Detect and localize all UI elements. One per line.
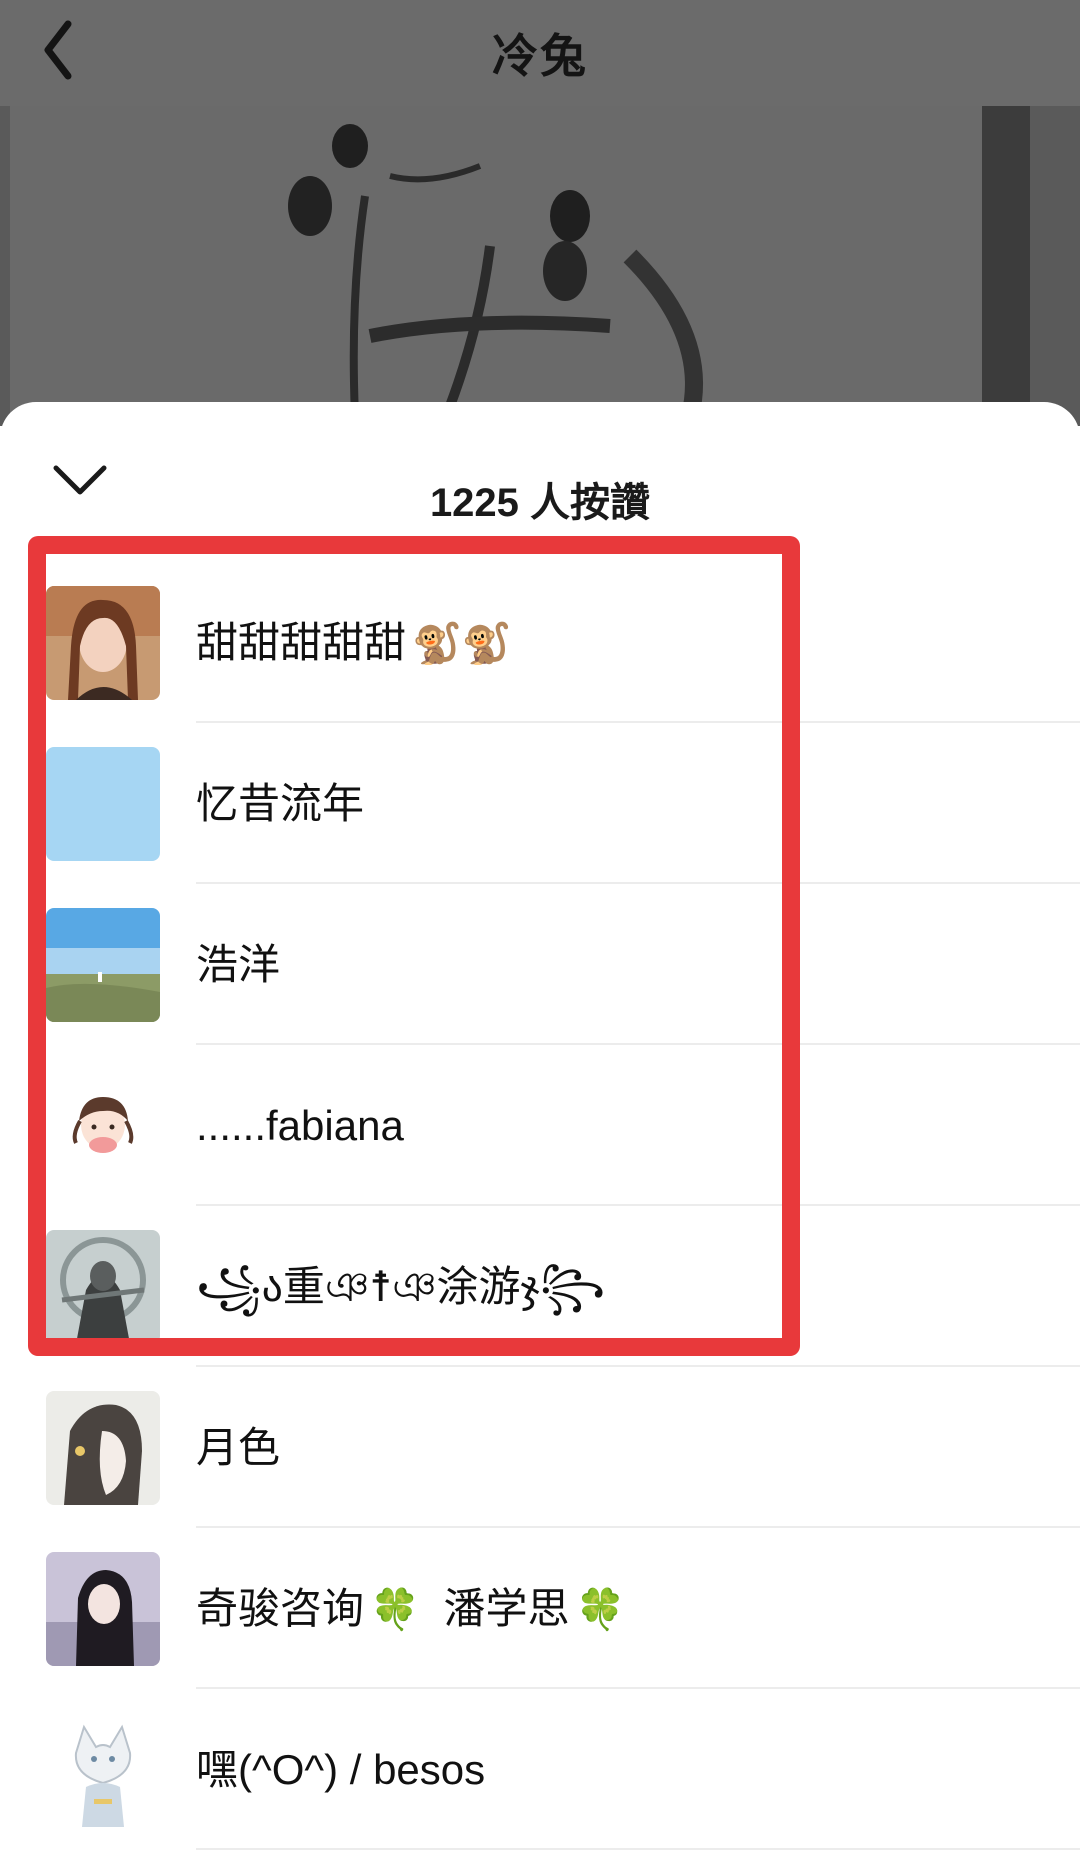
list-item[interactable]: 奇骏咨询 🍀 潘学思 🍀 bbox=[0, 1528, 1080, 1689]
calligraphy-image bbox=[10, 106, 1030, 426]
top-bar: 冷兔 bbox=[0, 0, 1080, 106]
user-name-text-2: 潘学思 bbox=[443, 1585, 570, 1632]
user-name: ꧁ა重ঞ☨ঞ涂游ჯ꧂ bbox=[196, 1263, 606, 1310]
photo-girl-avatar[interactable] bbox=[46, 586, 160, 700]
user-name: 奇骏咨询 🍀 潘学思 🍀 bbox=[196, 1528, 625, 1689]
likes-list: 甜甜甜甜甜 🐒🐒 忆昔流年 浩洋 ......fabiana ꧁ა重ঞ☨ঞ涂游ჯ… bbox=[0, 562, 1080, 1850]
clover-emoji-icon: 🍀 bbox=[575, 1588, 626, 1632]
user-name: 忆昔流年 bbox=[196, 780, 365, 827]
warrior-avatar[interactable] bbox=[46, 1230, 160, 1344]
list-item[interactable]: 甜甜甜甜甜 🐒🐒 bbox=[0, 562, 1080, 723]
list-item[interactable]: 嘿(^O^) / besos bbox=[0, 1689, 1080, 1850]
portrait-girl-avatar[interactable] bbox=[46, 1552, 160, 1666]
list-item[interactable]: ......fabiana bbox=[0, 1045, 1080, 1206]
post-photo bbox=[0, 106, 1080, 426]
clover-emoji-icon: 🍀 bbox=[370, 1588, 420, 1632]
monkey-emoji-icon: 🐒🐒 bbox=[412, 622, 512, 666]
likes-sheet: 1225 人按讚 甜甜甜甜甜 🐒🐒 忆昔流年 浩洋 ......fabiana … bbox=[0, 402, 1080, 1850]
list-item[interactable]: 浩洋 bbox=[0, 884, 1080, 1045]
likes-count-title: 1225 人按讚 bbox=[429, 481, 651, 525]
user-name-text: 奇骏咨询 bbox=[196, 1585, 365, 1632]
user-name: 甜甜甜甜甜 🐒🐒 bbox=[196, 562, 512, 723]
user-name: 浩洋 bbox=[196, 941, 281, 988]
list-item[interactable]: 月色 bbox=[0, 1367, 1080, 1528]
page-title: 冷兔 bbox=[492, 30, 588, 82]
light-blue-avatar[interactable] bbox=[46, 747, 160, 861]
user-name: ......fabiana bbox=[196, 1102, 404, 1149]
cartoon-girl-avatar[interactable] bbox=[46, 1069, 160, 1183]
landscape-avatar[interactable] bbox=[46, 908, 160, 1022]
user-name: 嘿(^O^) / besos bbox=[196, 1746, 486, 1793]
list-item[interactable]: 忆昔流年 bbox=[0, 723, 1080, 884]
calligraphy-strokes bbox=[288, 124, 703, 419]
user-name: 月色 bbox=[196, 1424, 281, 1471]
user-name-text: 甜甜甜甜甜 bbox=[196, 619, 407, 666]
anime-girl-avatar[interactable] bbox=[46, 1391, 160, 1505]
list-item[interactable]: ꧁ა重ঞ☨ঞ涂游ჯ꧂ bbox=[0, 1206, 1080, 1367]
white-cat-anime-avatar[interactable] bbox=[46, 1713, 160, 1827]
